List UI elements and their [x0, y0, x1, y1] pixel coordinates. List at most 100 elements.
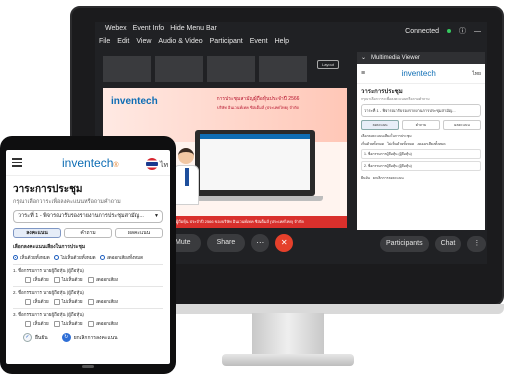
hide-menu-bar-button[interactable]: Hide Menu Bar: [170, 25, 217, 32]
meeting-controls: Mute Share ⋯ ✕: [165, 234, 294, 252]
chat-button[interactable]: Chat: [434, 236, 462, 252]
tab-vote[interactable]: ลงคะแนน: [13, 228, 61, 238]
presenter-illustration: [173, 148, 199, 208]
viewer-tab-question[interactable]: คำถาม: [402, 120, 440, 130]
chevron-down-icon[interactable]: ⌄: [361, 52, 366, 64]
viewer-lang[interactable]: ไทย: [472, 70, 481, 78]
checkbox-icon: [53, 298, 60, 305]
viewer-title: Multimedia Viewer: [371, 55, 420, 61]
tablet-home-indicator: [82, 365, 94, 368]
checkbox-icon: [53, 276, 60, 283]
monitor-stand: [252, 313, 324, 357]
menu-edit[interactable]: Edit: [117, 38, 129, 45]
checkbox-approve[interactable]: เห็นด้วย: [25, 320, 49, 327]
checkbox-approve[interactable]: เห็นด้วย: [25, 298, 49, 305]
menu-audio-video[interactable]: Audio & Video: [158, 38, 202, 45]
app-name: Webex: [105, 25, 127, 32]
laptop-illustration: [195, 130, 315, 196]
radio-icon: [99, 255, 105, 260]
radio-reject-all[interactable]: ไม่เห็นด้วยทั้งหมด: [53, 254, 96, 261]
laptop-base: [187, 196, 323, 201]
participant-thumbnail[interactable]: [207, 56, 255, 82]
checkbox-abstain[interactable]: งดออกเสียง: [87, 320, 118, 327]
participant-thumbnail[interactable]: [259, 56, 307, 82]
viewer-agenda-select[interactable]: วาระที่ 1 - พิจารณารับรองรายงานการประชุม…: [361, 104, 481, 117]
question-item: 3. ชื่อกรรมการ นายผู้ถือหุ้น (ผู้ถือหุ้น…: [13, 308, 163, 327]
panel-controls: Participants Chat ⋮: [380, 236, 487, 252]
menu-file[interactable]: File: [99, 38, 110, 45]
shared-logo: inventech: [111, 96, 158, 107]
vote-tabs: ลงคะแนน คำถาม ผลคะแนน: [13, 228, 163, 238]
question-label: 2. ชื่อกรรมการ นายผู้ถือหุ้น (ผู้ถือหุ้น…: [13, 290, 84, 295]
vote-actions: ✓ ยืนยัน ↻ ยกเลิกการลงคะแนน: [13, 333, 163, 342]
menu-help[interactable]: Help: [275, 38, 289, 45]
connected-indicator-icon: [447, 29, 451, 33]
menu-bar: Webex Event Info Hide Menu Bar File Edit…: [95, 22, 487, 50]
viewer-question-card: 2. ชื่อกรรมการผู้ถือหุ้น (ผู้ถือหุ้น): [361, 161, 481, 171]
event-info-button[interactable]: Event Info: [133, 25, 165, 32]
question-label: 1. ชื่อกรรมการ นายผู้ถือหุ้น (ผู้ถือหุ้น…: [13, 268, 84, 273]
page-hint: กรุณาเลือกวาระเพื่อลงคะแนนหรือถามคำถาม: [13, 199, 121, 205]
info-icon[interactable]: ⓘ: [459, 26, 466, 36]
radio-icon: [13, 255, 18, 260]
share-button[interactable]: Share: [206, 234, 246, 252]
viewer-vote-label: เลือกลงคะแนนเสียงในการประชุม: [361, 134, 412, 138]
viewer-radio-reject-all[interactable]: ไม่เห็นด้วยทั้งหมด: [387, 141, 414, 147]
checkbox-icon: [25, 298, 31, 305]
multimedia-viewer: ⌄ Multimedia Viewer ≡ inventech ไทย วาระ…: [357, 52, 485, 230]
more-options-button[interactable]: ⋯: [251, 234, 270, 252]
tab-question[interactable]: คำถาม: [64, 228, 112, 238]
menu-participant[interactable]: Participant: [210, 38, 243, 45]
page-title: วาระการประชุม: [13, 184, 83, 195]
checkbox-abstain[interactable]: งดออกเสียง: [87, 276, 118, 283]
participant-thumbnail[interactable]: [155, 56, 203, 82]
viewer-radio-approve-all[interactable]: เห็นด้วยทั้งหมด: [361, 141, 384, 147]
thai-flag-icon[interactable]: [146, 158, 158, 170]
tablet-screen: inventech® ไท วาระการประชุม กรุณาเลือกวา…: [6, 150, 170, 364]
participants-button[interactable]: Participants: [380, 236, 429, 252]
hamburger-icon[interactable]: ≡: [361, 70, 365, 77]
checkbox-icon: [25, 320, 31, 327]
checkbox-reject[interactable]: ไม่เห็นด้วย: [53, 276, 83, 283]
vote-all-options: เห็นด้วยทั้งหมด ไม่เห็นด้วยทั้งหมด งดออก…: [13, 254, 163, 261]
viewer-question-card: 1. ชื่อกรรมการผู้ถือหุ้น (ผู้ถือหุ้น): [361, 149, 481, 159]
inventech-logo: inventech®: [62, 156, 119, 170]
more-panels-button[interactable]: ⋮: [467, 236, 487, 252]
tab-results[interactable]: ผลคะแนน: [115, 228, 163, 238]
radio-approve-all[interactable]: เห็นด้วยทั้งหมด: [13, 254, 50, 261]
agenda-panel: วาระการประชุม กรุณาเลือกวาระเพื่อลงคะแนน…: [6, 176, 170, 348]
refresh-icon: ↻: [61, 333, 71, 342]
hamburger-icon[interactable]: [12, 158, 22, 169]
viewer-confirm-button[interactable]: ยืนยัน: [361, 175, 370, 181]
checkbox-icon: [53, 320, 60, 327]
language-label[interactable]: ไท: [160, 160, 168, 171]
agenda-select[interactable]: วาระที่ 1 - พิจารณารับรองรายงานการประชุม…: [13, 210, 163, 223]
radio-abstain-all[interactable]: งดออกเสียงทั้งหมด: [99, 254, 143, 261]
viewer-logo: inventech: [401, 69, 436, 78]
vote-label: เลือกลงคะแนนเสียงในการประชุม: [13, 244, 86, 250]
cancel-vote-button[interactable]: ↻ ยกเลิกการลงคะแนน: [61, 333, 118, 342]
checkbox-icon: [25, 276, 31, 283]
layout-button[interactable]: Layout: [317, 60, 339, 69]
chevron-down-icon: ▼: [154, 213, 159, 219]
viewer-agenda-hint: กรุณาเลือกวาระเพื่อลงคะแนนหรือถามคำถาม: [361, 97, 430, 101]
viewer-cancel-vote-button[interactable]: ยกเลิกการลงคะแนน: [373, 175, 404, 181]
menu-view[interactable]: View: [136, 38, 151, 45]
checkbox-reject[interactable]: ไม่เห็นด้วย: [53, 320, 83, 327]
checkbox-abstain[interactable]: งดออกเสียง: [87, 298, 118, 305]
viewer-logo-row: ≡ inventech ไทย: [357, 64, 485, 84]
viewer-tab-vote[interactable]: ลงคะแนน: [361, 120, 399, 130]
tablet-device: inventech® ไท วาระการประชุม กรุณาเลือกวา…: [0, 136, 176, 374]
question-item: 2. ชื่อกรรมการ นายผู้ถือหุ้น (ผู้ถือหุ้น…: [13, 286, 163, 305]
participant-thumbnail[interactable]: [103, 56, 151, 82]
check-icon: ✓: [23, 333, 32, 342]
minimize-icon[interactable]: —: [474, 28, 481, 35]
end-call-button[interactable]: ✕: [275, 234, 294, 252]
viewer-tab-results[interactable]: ผลคะแนน: [443, 120, 481, 130]
viewer-radio-abstain-all[interactable]: งดออกเสียงทั้งหมด: [417, 141, 445, 147]
question-item: 1. ชื่อกรรมการ นายผู้ถือหุ้น (ผู้ถือหุ้น…: [13, 264, 163, 283]
confirm-button[interactable]: ✓ ยืนยัน: [23, 333, 48, 342]
checkbox-approve[interactable]: เห็นด้วย: [25, 276, 49, 283]
checkbox-reject[interactable]: ไม่เห็นด้วย: [53, 298, 83, 305]
menu-event[interactable]: Event: [250, 38, 268, 45]
